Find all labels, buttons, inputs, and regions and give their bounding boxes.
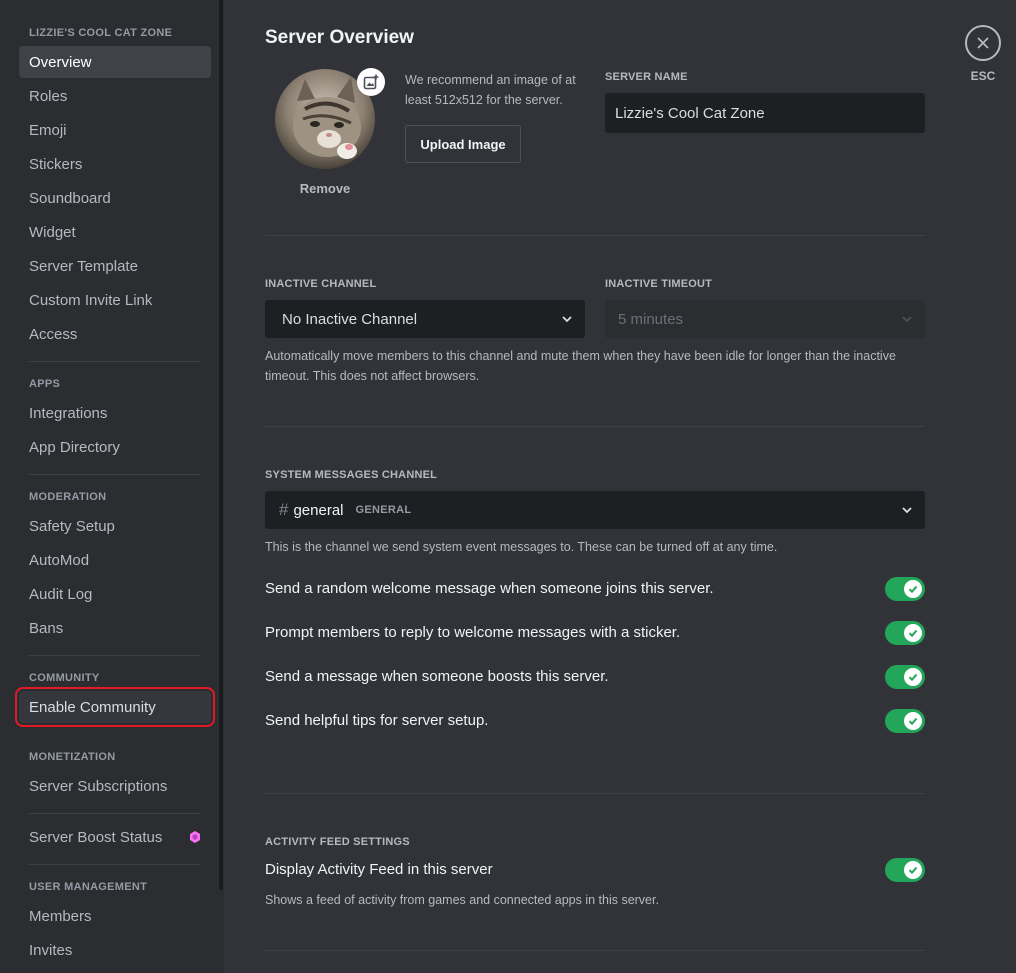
sidebar-divider [29, 361, 200, 362]
system-channel-description: This is the channel we send system event… [265, 540, 778, 554]
sidebar-item-custom-invite-link[interactable]: Custom Invite Link [19, 284, 211, 316]
activity-feed-header: ACTIVITY FEED SETTINGS [265, 836, 410, 848]
inactive-timeout-value: 5 minutes [618, 310, 684, 328]
hash-icon: # [279, 500, 289, 519]
sidebar-item-server-template[interactable]: Server Template [19, 250, 211, 282]
close-icon [977, 37, 989, 49]
server-section-header: LIZZIE'S COOL CAT ZONE [29, 27, 173, 39]
sticker-prompt-label: Prompt members to reply to welcome messa… [265, 624, 681, 641]
user-management-section-header: USER MANAGEMENT [29, 881, 148, 893]
section-divider [265, 235, 925, 236]
moderation-section-header: MODERATION [29, 491, 107, 503]
chevron-down-icon [902, 507, 912, 514]
boost-gem-icon [190, 831, 200, 843]
remove-avatar-link[interactable]: Remove [275, 181, 375, 196]
sidebar-item-label: Server Boost Status [29, 828, 163, 846]
page-title: Server Overview [265, 27, 414, 48]
sidebar-scrollbar[interactable] [219, 0, 223, 890]
system-channel-select[interactable]: # general GENERAL [265, 491, 925, 529]
toggle-knob [904, 712, 922, 730]
sidebar-item-automod[interactable]: AutoMod [19, 544, 211, 576]
inactive-channel-label: INACTIVE CHANNEL [265, 278, 377, 290]
system-channel-category: GENERAL [355, 504, 412, 516]
monetization-section-header: MONETIZATION [29, 751, 116, 763]
sidebar-item-emoji[interactable]: Emoji [19, 114, 211, 146]
inactive-channel-select[interactable]: No Inactive Channel [265, 300, 585, 338]
toggle-knob [904, 580, 922, 598]
setup-tips-toggle[interactable] [885, 709, 925, 733]
apps-section-header: APPS [29, 378, 61, 390]
settings-sidebar: LIZZIE'S COOL CAT ZONE Overview Roles Em… [0, 0, 224, 973]
activity-feed-description: Shows a feed of activity from games and … [265, 893, 659, 907]
add-image-button[interactable] [357, 68, 385, 96]
sidebar-divider [29, 474, 200, 475]
sidebar-item-enable-community[interactable]: Enable Community [15, 687, 215, 727]
check-icon [908, 585, 918, 594]
check-icon [908, 629, 918, 638]
sticker-prompt-toggle[interactable] [885, 621, 925, 645]
inactive-timeout-select: 5 minutes [605, 300, 925, 338]
sidebar-divider [29, 813, 200, 814]
sidebar-item-audit-log[interactable]: Audit Log [19, 578, 211, 610]
upload-image-button[interactable]: Upload Image [405, 125, 521, 163]
section-divider [265, 426, 925, 427]
avatar-recommendation-text: We recommend an image of at least 512x51… [405, 73, 576, 107]
section-divider [265, 950, 925, 951]
sidebar-item-app-directory[interactable]: App Directory [19, 431, 211, 463]
welcome-message-label: Send a random welcome message when someo… [265, 580, 714, 597]
sidebar-item-soundboard[interactable]: Soundboard [19, 182, 211, 214]
sidebar-item-access[interactable]: Access [19, 318, 211, 350]
system-channel-value: general [293, 501, 344, 519]
server-name-label: SERVER NAME [605, 71, 688, 83]
activity-feed-toggle[interactable] [885, 858, 925, 882]
sidebar-item-safety-setup[interactable]: Safety Setup [19, 510, 211, 542]
esc-label: ESC [970, 69, 996, 83]
sidebar-item-roles[interactable]: Roles [19, 80, 211, 112]
check-icon [908, 866, 918, 875]
sidebar-divider [29, 655, 200, 656]
setup-tips-label: Send helpful tips for server setup. [265, 712, 489, 729]
sidebar-item-invites[interactable]: Invites [19, 934, 211, 966]
sidebar-item-server-boost-status[interactable]: Server Boost Status [19, 821, 211, 853]
sidebar-item-integrations[interactable]: Integrations [19, 397, 211, 429]
welcome-message-toggle[interactable] [885, 577, 925, 601]
sidebar-item-stickers[interactable]: Stickers [19, 148, 211, 180]
inactive-channel-value: No Inactive Channel [282, 310, 418, 328]
inactive-timeout-label: INACTIVE TIMEOUT [605, 278, 713, 290]
boost-message-label: Send a message when someone boosts this … [265, 668, 609, 685]
check-icon [908, 673, 918, 682]
activity-feed-label: Display Activity Feed in this server [265, 861, 493, 878]
sidebar-item-overview[interactable]: Overview [19, 46, 211, 78]
section-divider [265, 793, 925, 794]
system-messages-channel-label: SYSTEM MESSAGES CHANNEL [265, 469, 438, 481]
community-section-header: COMMUNITY [29, 672, 100, 684]
close-button[interactable] [965, 25, 1001, 61]
server-name-input[interactable]: Lizzie's Cool Cat Zone [605, 93, 925, 133]
add-image-icon [363, 74, 379, 90]
chevron-down-icon [902, 316, 912, 323]
check-icon [908, 717, 918, 726]
toggle-knob [904, 624, 922, 642]
sidebar-item-members[interactable]: Members [19, 900, 211, 932]
boost-message-toggle[interactable] [885, 665, 925, 689]
toggle-knob [904, 668, 922, 686]
inactive-description: Automatically move members to this chann… [265, 349, 896, 383]
sidebar-item-server-subscriptions[interactable]: Server Subscriptions [19, 770, 211, 802]
sidebar-divider [29, 864, 200, 865]
sidebar-item-widget[interactable]: Widget [19, 216, 211, 248]
toggle-knob [904, 861, 922, 879]
sidebar-item-bans[interactable]: Bans [19, 612, 211, 644]
chevron-down-icon [562, 316, 572, 323]
